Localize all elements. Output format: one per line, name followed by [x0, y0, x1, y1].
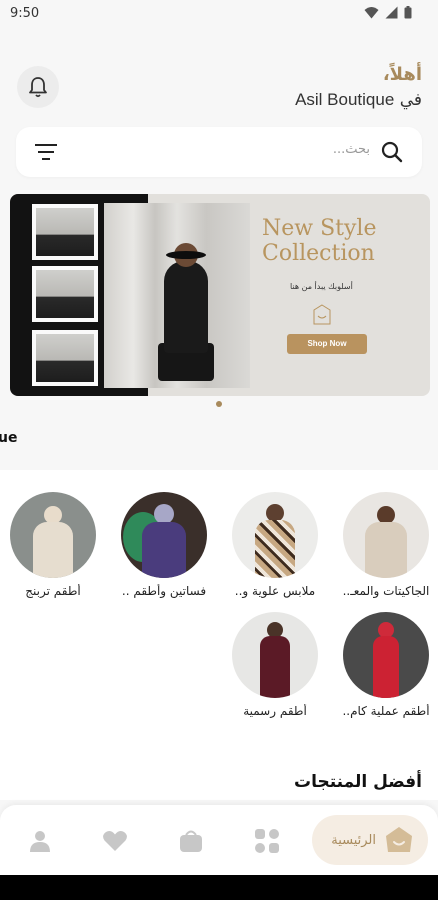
status-icons [364, 6, 412, 19]
carousel-indicator[interactable] [216, 401, 222, 407]
category-label: فساتين وأطقم .. [121, 584, 207, 598]
promo-banner[interactable]: New Style Collection أسلوبك يبدأ من هنا … [10, 194, 430, 396]
category-label: أطقم تربنج [25, 584, 81, 598]
category-label: أطقم عملية كام.. [342, 704, 430, 718]
category-image [10, 492, 96, 578]
nav-favorites[interactable] [100, 827, 130, 855]
nav-home[interactable]: الرئيسية [312, 815, 428, 865]
signal-icon [385, 6, 398, 19]
nav-home-label: الرئيسية [331, 832, 376, 848]
category-label: الجاكيتات والمعـ.. [342, 584, 430, 598]
category-item[interactable]: أطقم عملية كام.. [340, 612, 432, 718]
status-time: 9:50 [10, 6, 40, 21]
category-item[interactable]: فساتين وأطقم .. [118, 492, 210, 598]
section-title-clipped: ue [0, 430, 18, 446]
category-item[interactable]: ملابس علوية و.. [229, 492, 321, 598]
bell-icon [29, 77, 47, 98]
banner-title-line1: New Style [262, 216, 377, 241]
banner-thumbnail [32, 266, 98, 322]
best-products-title: أفضل المنتجات [293, 772, 422, 792]
categories-section: الجاكيتات والمعـ.. ملابس علوية و.. فساتي… [0, 470, 438, 800]
bottom-navigation: الرئيسية [0, 805, 438, 875]
boutique-title: في Asil Boutique [295, 90, 422, 110]
category-image [232, 612, 318, 698]
nav-profile[interactable] [25, 827, 55, 855]
heart-icon [103, 830, 127, 851]
category-image [343, 492, 429, 578]
banner-title: New Style Collection [262, 216, 422, 266]
wifi-icon [364, 7, 379, 19]
category-image [232, 492, 318, 578]
greeting-text: أهلاً، [382, 64, 422, 85]
banner-title-line2: Collection [262, 241, 375, 266]
search-input[interactable]: بحث... [333, 142, 370, 157]
boutique-prefix: في [399, 90, 422, 110]
category-item[interactable]: أطقم رسمية [229, 612, 321, 718]
category-label: أطقم رسمية [243, 704, 307, 718]
banner-thumbnail [32, 330, 98, 386]
banner-thumbnail [32, 204, 98, 260]
banner-model-photo [104, 203, 250, 388]
nav-cart[interactable] [176, 827, 206, 855]
category-image [121, 492, 207, 578]
banner-subtitle: أسلوبك يبدأ من هنا [290, 282, 353, 291]
search-bar[interactable]: بحث... [16, 127, 422, 177]
home-icon [386, 827, 412, 852]
notifications-button[interactable] [17, 66, 59, 108]
category-label: ملابس علوية و.. [234, 584, 316, 598]
category-item[interactable]: الجاكيتات والمعـ.. [340, 492, 432, 598]
filter-icon[interactable] [34, 141, 58, 163]
boutique-logo-icon [313, 304, 331, 325]
profile-icon [30, 831, 50, 852]
search-icon[interactable] [380, 140, 404, 164]
boutique-name: Asil Boutique [295, 90, 395, 109]
shop-now-button[interactable]: Shop Now [287, 334, 367, 354]
system-navigation-bar [0, 875, 438, 900]
nav-categories[interactable] [252, 827, 282, 855]
status-bar: 9:50 [0, 0, 438, 28]
category-image [343, 612, 429, 698]
grid-icon [255, 829, 279, 853]
category-item[interactable]: أطقم تربنج [7, 492, 99, 598]
basket-icon [180, 830, 202, 852]
battery-icon [404, 6, 412, 19]
